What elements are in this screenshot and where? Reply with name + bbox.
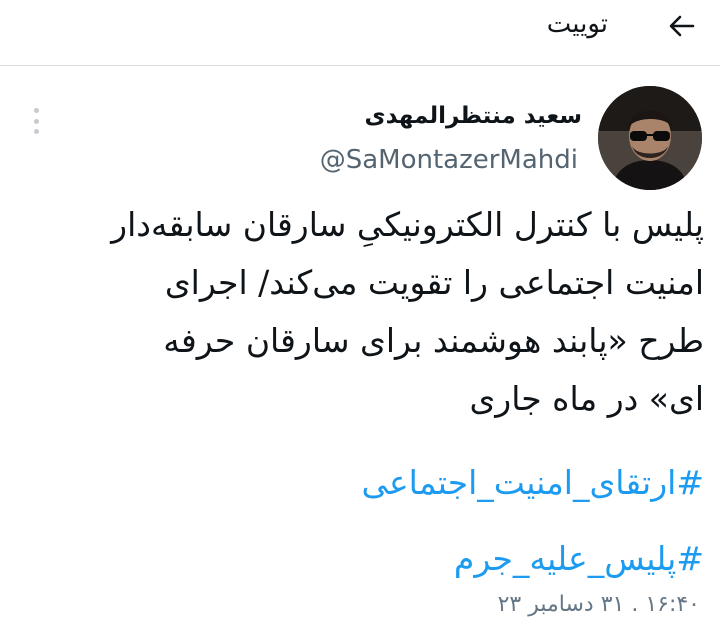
arrow-left-icon bbox=[669, 15, 695, 37]
more-options-button[interactable] bbox=[30, 108, 42, 134]
author-handle[interactable]: @SaMontazerMahdi bbox=[320, 142, 578, 178]
tweet-text-line: امنیت اجتماعی را تقویت می‌کند/ اجرای bbox=[164, 263, 704, 302]
tweet-text-line: ای» در ماه جاری bbox=[469, 379, 704, 418]
tweet-text-line: پلیس با کنترل الکترونیکیِ سارقان سابقه‌د… bbox=[111, 205, 704, 244]
avatar[interactable] bbox=[598, 86, 702, 190]
hashtag-link[interactable]: #پلیس_علیه_جرم bbox=[14, 521, 704, 597]
page-title: توییت bbox=[546, 9, 608, 39]
tweet-text: پلیس با کنترل الکترونیکیِ سارقان سابقه‌د… bbox=[14, 196, 704, 428]
more-dot-icon bbox=[33, 118, 39, 124]
tweet-timestamp[interactable]: ۱۶:۴۰ . ۳۱ دسامبر ۲۳ bbox=[498, 588, 700, 622]
user-avatar-icon bbox=[598, 86, 702, 190]
tweet-text-line: طرح «پابند هوشمند برای سارقان حرفه bbox=[163, 321, 704, 360]
top-bar: توییت bbox=[0, 0, 720, 66]
hashtag-list: #ارتقای_امنیت_اجتماعی #پلیس_علیه_جرم bbox=[14, 445, 704, 597]
author-display-name[interactable]: سعید منتظرالمهدی bbox=[364, 100, 582, 132]
more-dot-icon bbox=[33, 108, 39, 113]
hashtag-link[interactable]: #ارتقای_امنیت_اجتماعی bbox=[14, 445, 704, 521]
more-dot-icon bbox=[33, 129, 39, 134]
back-button[interactable] bbox=[664, 8, 700, 44]
